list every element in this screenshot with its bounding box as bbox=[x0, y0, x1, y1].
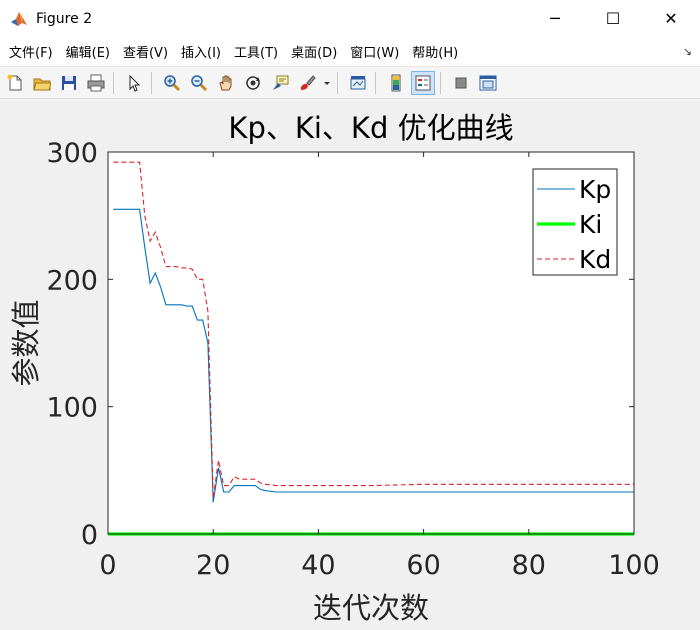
window-title: Figure 2 bbox=[36, 10, 93, 27]
menu-help[interactable]: 帮助(H) bbox=[412, 42, 458, 61]
legend-label-kd: Kd bbox=[579, 245, 611, 274]
toolbar-separator bbox=[113, 71, 114, 94]
print-icon[interactable] bbox=[84, 71, 108, 95]
figure-canvas: 0 20 40 60 80 100 0 100 200 300 Kp、Ki、Kd 优化曲线 迭代… bbox=[0, 99, 700, 626]
data-cursor-icon[interactable] bbox=[268, 71, 292, 95]
maximize-button[interactable]: ☐ bbox=[584, 0, 642, 37]
menu-view[interactable]: 查看(V) bbox=[123, 42, 168, 61]
matlab-logo-icon bbox=[10, 10, 28, 28]
colorbar-icon[interactable] bbox=[384, 71, 408, 95]
brush-icon[interactable] bbox=[295, 71, 319, 95]
plot-svg[interactable]: 0 20 40 60 80 100 0 100 200 300 Kp、Ki、Kd 优化曲线 迭代… bbox=[0, 99, 700, 626]
y-tick-label: 0 bbox=[81, 520, 98, 551]
toolbar-separator bbox=[440, 71, 441, 94]
toolbar-separator bbox=[375, 71, 376, 94]
menu-insert[interactable]: 插入(I) bbox=[181, 42, 221, 61]
toolbar-separator bbox=[151, 71, 152, 94]
pan-hand-icon[interactable] bbox=[214, 71, 238, 95]
dock-arrow-icon[interactable]: ↘ bbox=[683, 45, 692, 58]
x-tick-label: 100 bbox=[608, 550, 660, 581]
show-plot-tools-icon[interactable] bbox=[476, 71, 500, 95]
menu-edit[interactable]: 编辑(E) bbox=[66, 42, 110, 61]
new-figure-icon[interactable] bbox=[3, 71, 27, 95]
window-title-bar: Figure 2 ─ ☐ ✕ bbox=[0, 0, 700, 37]
rotate-3d-icon[interactable] bbox=[241, 71, 265, 95]
pointer-icon[interactable] bbox=[122, 71, 146, 95]
menu-window[interactable]: 窗口(W) bbox=[350, 42, 399, 61]
menu-bar: 文件(F) 编辑(E) 查看(V) 插入(I) 工具(T) 桌面(D) 窗口(W… bbox=[0, 37, 700, 67]
close-button[interactable]: ✕ bbox=[642, 0, 700, 37]
menu-file[interactable]: 文件(F) bbox=[9, 42, 53, 61]
legend-icon[interactable] bbox=[411, 70, 435, 95]
x-tick-label: 40 bbox=[301, 550, 335, 581]
chevron-down-icon[interactable] bbox=[322, 71, 332, 95]
zoom-in-icon[interactable] bbox=[160, 71, 184, 95]
window-controls: ─ ☐ ✕ bbox=[526, 0, 700, 37]
save-icon[interactable] bbox=[57, 71, 81, 95]
zoom-out-icon[interactable] bbox=[187, 71, 211, 95]
chart-title: Kp、Ki、Kd 优化曲线 bbox=[228, 111, 513, 145]
x-tick-label: 0 bbox=[99, 550, 116, 581]
menu-desktop[interactable]: 桌面(D) bbox=[291, 42, 337, 61]
link-plot-icon[interactable] bbox=[346, 71, 370, 95]
y-axis-label: 参数值 bbox=[9, 299, 43, 386]
figure-toolbar bbox=[0, 67, 700, 99]
menu-tools[interactable]: 工具(T) bbox=[234, 42, 278, 61]
y-tick-label: 100 bbox=[46, 393, 98, 424]
x-tick-label: 20 bbox=[196, 550, 230, 581]
x-axis-label: 迭代次数 bbox=[313, 591, 429, 625]
legend-label-ki: Ki bbox=[579, 210, 602, 239]
y-tick-label: 300 bbox=[46, 138, 98, 169]
legend-label-kp: Kp bbox=[579, 175, 611, 204]
open-file-icon[interactable] bbox=[30, 71, 54, 95]
toolbar-separator bbox=[337, 71, 338, 94]
y-tick-label: 200 bbox=[46, 265, 98, 296]
minimize-button[interactable]: ─ bbox=[526, 0, 584, 37]
x-tick-label: 80 bbox=[512, 550, 546, 581]
legend[interactable]: Kp Ki Kd bbox=[532, 168, 618, 276]
x-tick-label: 60 bbox=[406, 550, 440, 581]
hide-plot-tools-icon[interactable] bbox=[449, 71, 473, 95]
